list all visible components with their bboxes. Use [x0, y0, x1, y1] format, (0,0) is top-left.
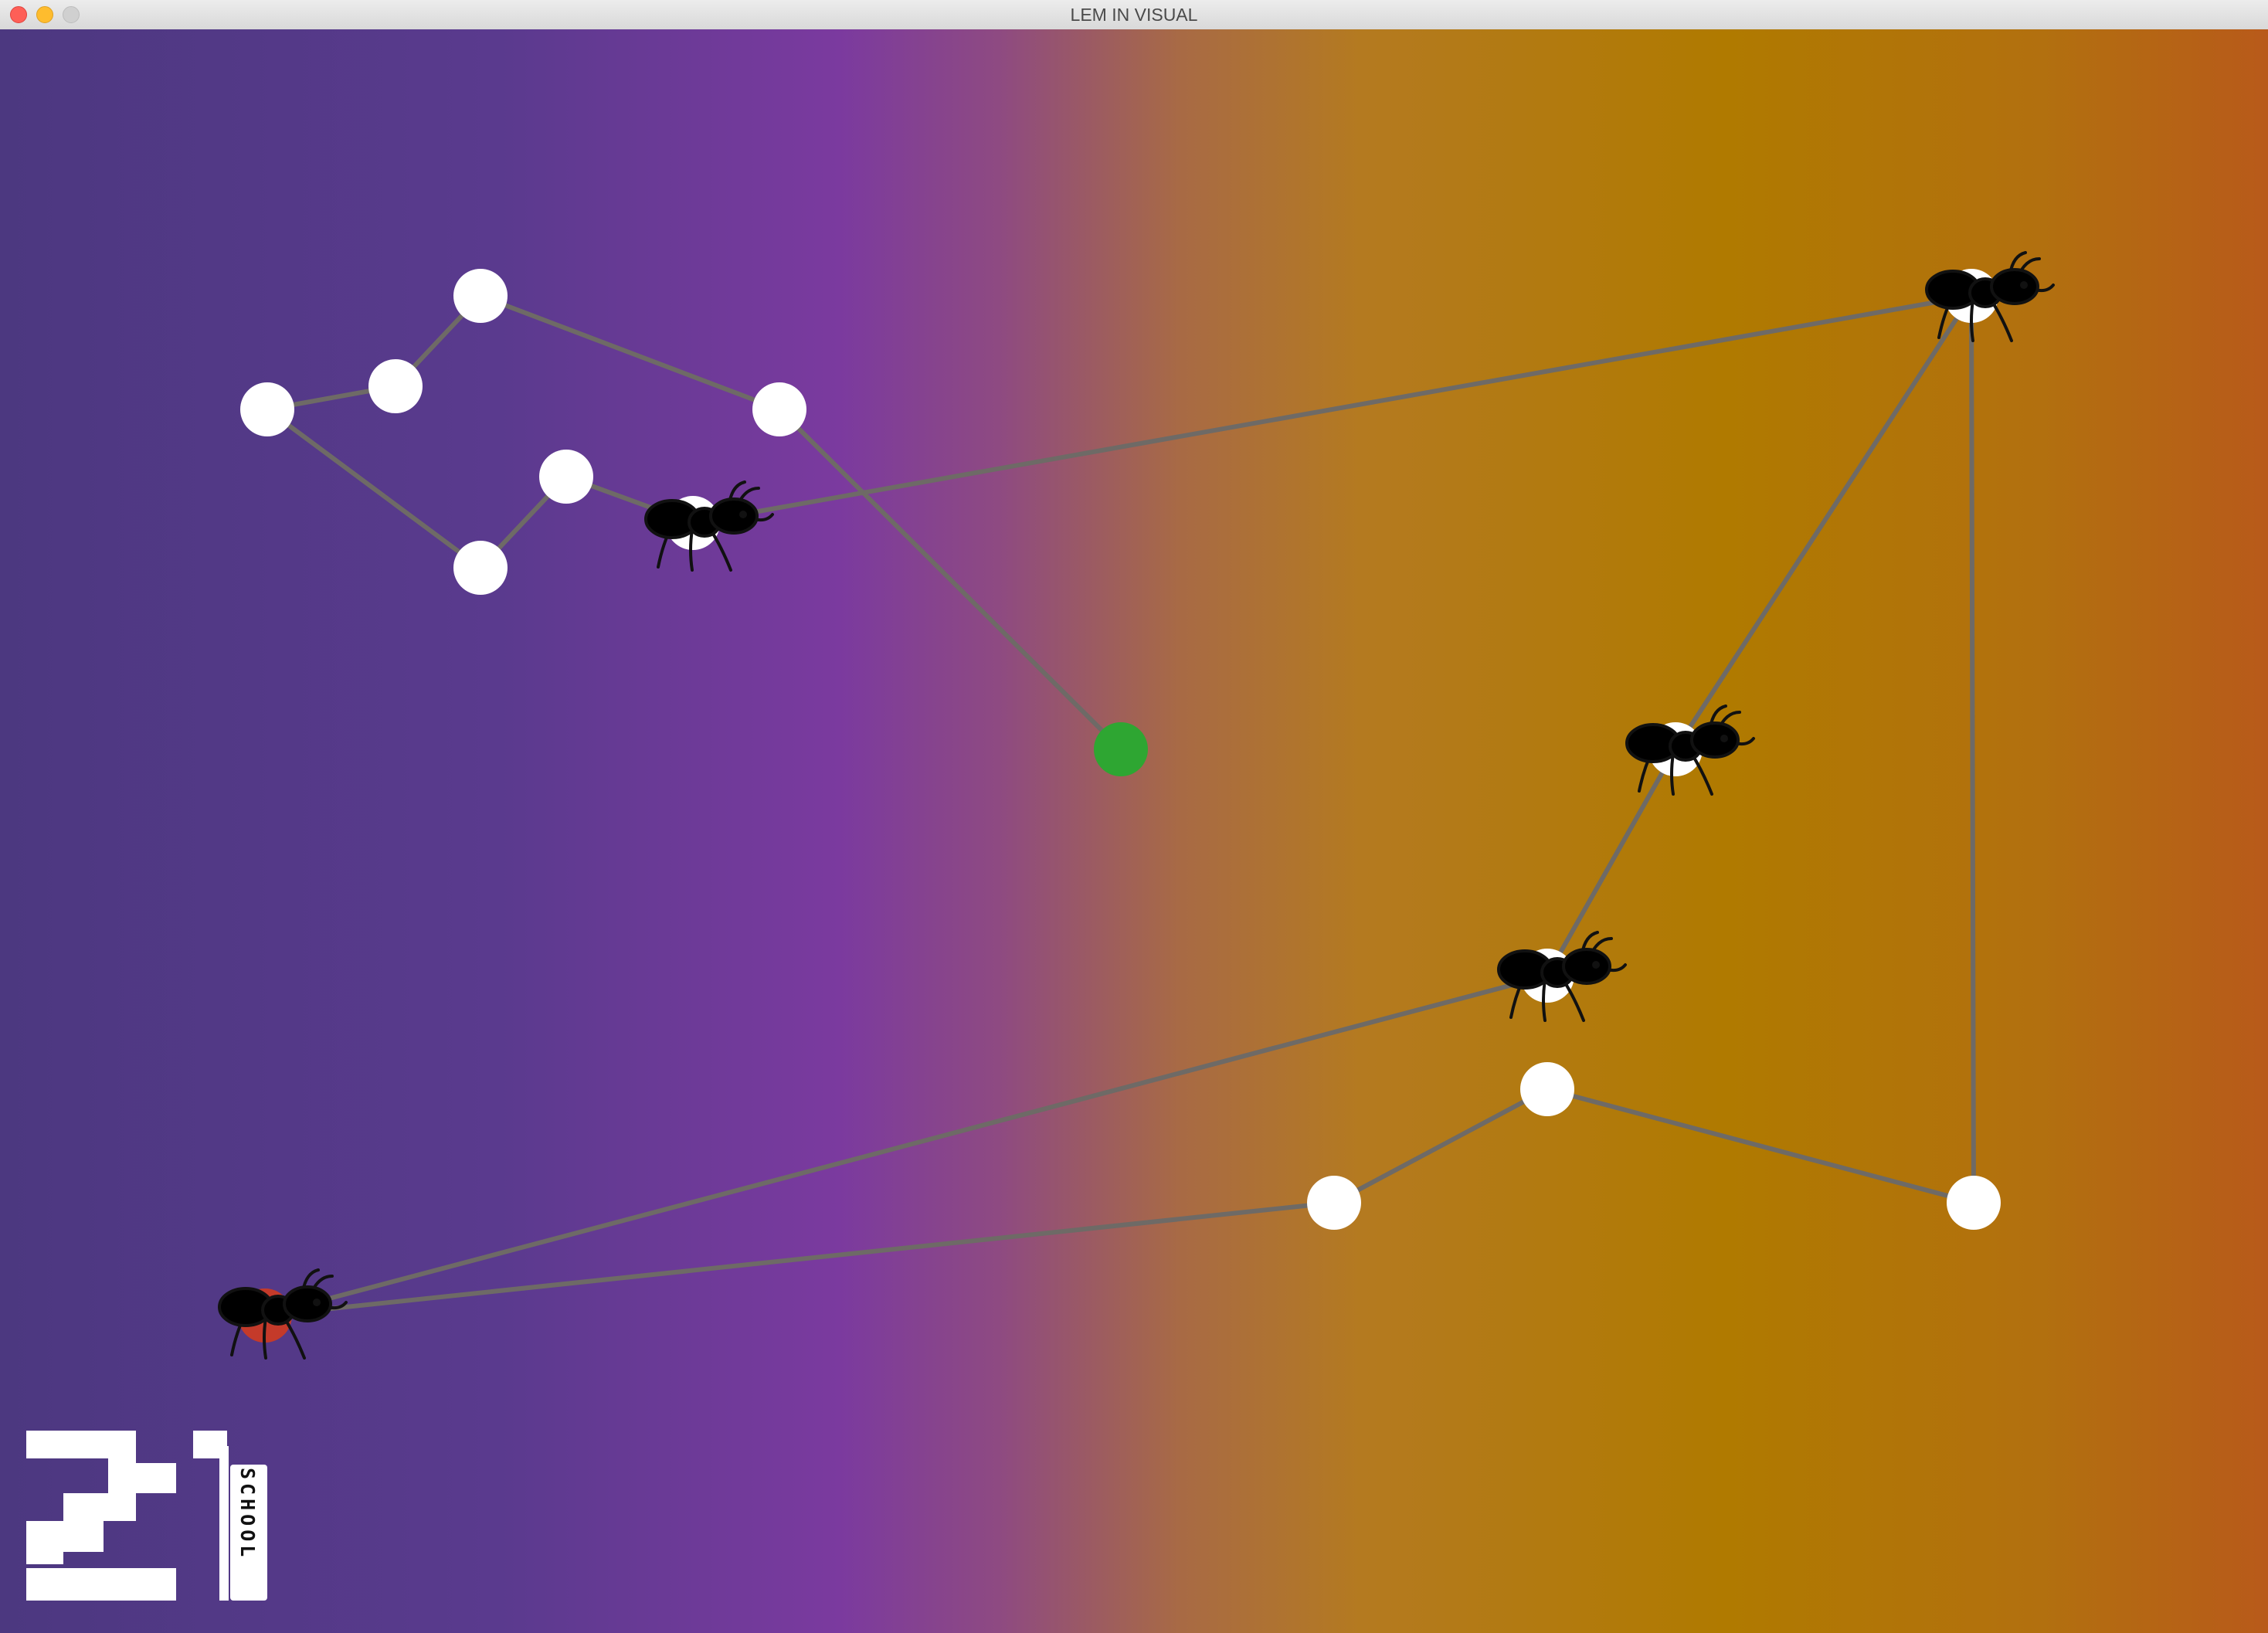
link — [1545, 747, 1678, 978]
room-node — [368, 359, 423, 413]
visualizer-canvas: .ap .c1{fill:#9a6bc4}.ap .c2{fill:#cfa8e… — [0, 29, 2268, 1633]
logo-school-text: SCHOOL — [236, 1468, 259, 1560]
link — [1332, 1087, 1550, 1205]
graph-svg: .ap .c1{fill:#9a6bc4}.ap .c2{fill:#cfa8e… — [26, 251, 2055, 1601]
room-node — [1307, 1176, 1361, 1230]
ant-icon-purple: .ap .c1{fill:#9a6bc4}.ap .c2{fill:#cfa8e… — [644, 480, 774, 572]
ant-icon-dark-red: .ad .c1{fill:#b81e1e}.ad .c2{fill:#f5b02… — [218, 1268, 348, 1360]
app-window: LEM IN VISUAL SCHOOL — [0, 0, 2268, 1633]
room-node — [539, 450, 593, 504]
room-node — [1947, 1176, 2001, 1230]
ant-icon-green: .ag .c1{fill:#6cc38a}.ag .c2{fill:#c4ecd… — [1925, 251, 2055, 342]
ant-icon-crimson: .ar .c1{fill:#e21f3e}.ar .c2{fill:#f6a0b… — [1625, 704, 1755, 796]
links — [263, 294, 1976, 1318]
link — [1673, 294, 1974, 752]
link — [478, 294, 782, 412]
link — [777, 407, 1123, 752]
link — [263, 973, 1550, 1318]
title-bar: LEM IN VISUAL — [0, 0, 2268, 30]
link — [263, 1200, 1336, 1318]
room-node — [453, 541, 508, 595]
school-21-logo: SCHOOL — [26, 1431, 267, 1601]
room-node — [240, 382, 294, 436]
room-node — [752, 382, 806, 436]
link — [1969, 294, 1976, 1205]
window-title: LEM IN VISUAL — [1070, 5, 1198, 25]
link — [691, 294, 1974, 525]
room-node — [453, 269, 508, 323]
link — [265, 407, 483, 570]
end-room-node — [1094, 722, 1148, 776]
room-node — [1520, 1062, 1574, 1116]
link — [1545, 1087, 1976, 1205]
